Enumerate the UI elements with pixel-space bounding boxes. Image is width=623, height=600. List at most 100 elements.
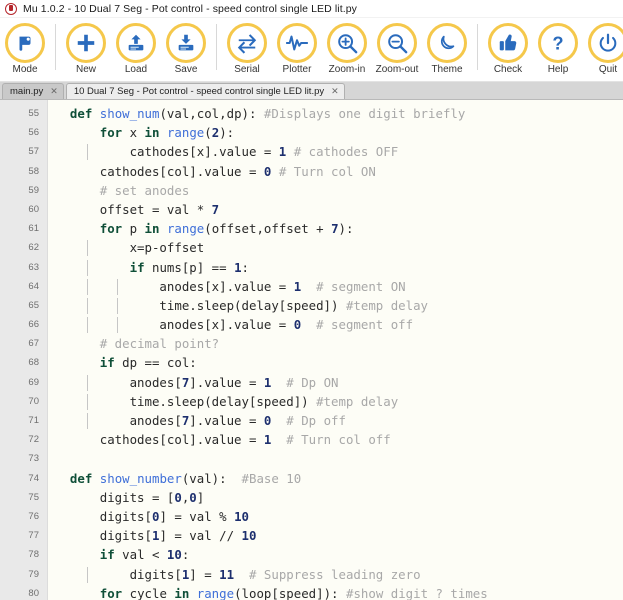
download-arrow-icon bbox=[166, 23, 206, 63]
code-token-fn: range bbox=[196, 585, 235, 600]
code-token-pln bbox=[55, 336, 100, 351]
code-line[interactable]: cathodes[col].value = 1 # Turn col off bbox=[55, 430, 623, 449]
code-token-pln: (offset,offset + bbox=[204, 221, 332, 237]
code-token-pln: anodes[x].value = bbox=[55, 278, 294, 294]
code-line[interactable]: anodes[7].value = 0 # Dp off bbox=[55, 411, 623, 430]
indent-guide bbox=[86, 297, 88, 314]
toolbar-button-label: Load bbox=[124, 64, 148, 75]
code-line[interactable]: offset = val * 7 bbox=[55, 200, 623, 219]
code-line[interactable]: if val < 10: bbox=[55, 545, 623, 564]
code-line[interactable]: def show_number(val): #Base 10 bbox=[55, 469, 623, 488]
code-token-num: 7 bbox=[211, 201, 220, 217]
indent-guide bbox=[86, 317, 88, 334]
indent-guide bbox=[86, 413, 88, 429]
code-line[interactable]: digits[1] = val // 10 bbox=[55, 526, 623, 545]
code-token-fn: show_num bbox=[99, 106, 160, 121]
line-number: 72 bbox=[28, 434, 39, 446]
toolbar-button-plotter[interactable]: Plotter bbox=[272, 20, 322, 80]
code-token-kw: in bbox=[174, 585, 190, 600]
line-number: 64 bbox=[28, 280, 39, 292]
code-token-cmt: #temp delay bbox=[316, 393, 399, 409]
code-token-cmt: # Suppress leading zero bbox=[248, 566, 421, 582]
waveform-icon bbox=[277, 23, 317, 63]
toolbar-button-serial[interactable]: Serial bbox=[222, 20, 272, 80]
toolbar-button-new[interactable]: New bbox=[61, 20, 111, 80]
code-token-cmt: # segment ON bbox=[316, 278, 406, 294]
toolbar-button-help[interactable]: ? Help bbox=[533, 20, 583, 80]
moon-icon bbox=[427, 23, 467, 63]
code-line[interactable]: digits = [0,0] bbox=[55, 488, 623, 507]
code-token-pln: ): bbox=[219, 125, 235, 141]
code-line[interactable]: time.sleep(delay[speed]) #temp delay bbox=[55, 392, 623, 411]
code-line[interactable]: anodes[x].value = 0 # segment off bbox=[55, 315, 623, 334]
mu-logo-icon bbox=[5, 2, 17, 15]
line-number: 73 bbox=[28, 453, 39, 465]
code-editor[interactable]: 55 56 57 58 59 60 61 62 63 64 65 66 67 68 69 70 71 72 73 74… bbox=[0, 100, 623, 600]
code-token-pln: (loop[speed]): bbox=[234, 585, 346, 600]
editor-tab-0[interactable]: main.py ✕ bbox=[2, 83, 64, 99]
code-token-pln: ] = val // bbox=[159, 528, 242, 544]
indent-guide bbox=[116, 278, 118, 295]
code-line[interactable]: for p in range(offset,offset + 7): bbox=[55, 219, 623, 238]
editor-tab-1[interactable]: 10 Dual 7 Seg - Pot control - speed cont… bbox=[65, 83, 345, 99]
code-line[interactable]: for x in range(2): bbox=[55, 123, 623, 142]
code-token-fn: show_number bbox=[99, 470, 182, 486]
line-number: 71 bbox=[28, 415, 39, 426]
code-line[interactable]: cathodes[col].value = 0 # Turn col ON bbox=[55, 162, 623, 181]
code-token-pln: digits[ bbox=[55, 528, 152, 544]
code-line[interactable]: # decimal point? bbox=[55, 334, 623, 353]
toolbar-button-label: Mode bbox=[12, 64, 38, 75]
code-token-fn: range bbox=[166, 125, 205, 141]
code-line[interactable]: def show_num(val,col,dp): #Displays one … bbox=[55, 104, 623, 123]
code-line[interactable]: # set anodes bbox=[55, 181, 623, 200]
code-token-kw: if bbox=[129, 259, 145, 275]
code-token-num: 10 bbox=[166, 547, 182, 563]
toolbar-button-label: Serial bbox=[234, 64, 260, 75]
tab-close-icon[interactable]: ✕ bbox=[50, 87, 58, 96]
code-line[interactable]: x=p-offset bbox=[55, 238, 623, 257]
toolbar-button-mode[interactable]: Mode bbox=[0, 20, 50, 80]
toolbar-button-quit[interactable]: Quit bbox=[583, 20, 623, 80]
code-token-kw: if bbox=[99, 547, 115, 563]
code-token-pln bbox=[271, 413, 286, 428]
tab-close-icon[interactable]: ✕ bbox=[331, 87, 339, 96]
code-token-cmt: # Dp ON bbox=[286, 374, 339, 390]
toolbar-group: Check ? Help Quit bbox=[483, 20, 623, 81]
code-line[interactable]: for cycle in range(loop[speed]): #show d… bbox=[55, 584, 623, 600]
code-token-pln bbox=[55, 106, 70, 121]
code-token-num: 0 bbox=[189, 489, 197, 505]
code-line[interactable]: digits[0] = val % 10 bbox=[55, 507, 623, 526]
code-token-pln bbox=[55, 547, 100, 562]
code-line[interactable]: time.sleep(delay[speed]) #temp delay bbox=[55, 296, 623, 315]
line-number: 78 bbox=[28, 549, 39, 561]
toolbar-button-label: Check bbox=[493, 64, 523, 75]
code-area[interactable]: def show_num(val,col,dp): #Displays one … bbox=[48, 100, 623, 600]
toolbar-separator bbox=[55, 24, 56, 70]
code-token-cmt: #Base 10 bbox=[241, 470, 302, 486]
toolbar-button-check[interactable]: Check bbox=[483, 20, 533, 80]
toolbar-button-zoom-in[interactable]: Zoom-in bbox=[322, 20, 372, 80]
toolbar-separator bbox=[216, 24, 217, 70]
toolbar-button-theme[interactable]: Theme bbox=[422, 20, 472, 80]
line-number: 56 bbox=[28, 127, 39, 139]
code-line[interactable]: anodes[x].value = 1 # segment ON bbox=[55, 277, 623, 296]
code-line[interactable]: if nums[p] == 1: bbox=[55, 258, 623, 277]
code-token-pln bbox=[55, 355, 100, 370]
code-line[interactable]: cathodes[x].value = 1 # cathodes OFF bbox=[55, 142, 623, 161]
line-number: 79 bbox=[28, 568, 39, 580]
magnifier-minus-icon bbox=[377, 23, 417, 63]
code-token-pln: anodes[ bbox=[55, 374, 182, 390]
code-token-num: 0 bbox=[174, 489, 182, 505]
toolbar-button-save[interactable]: Save bbox=[161, 20, 211, 80]
code-line[interactable]: if dp == col: bbox=[55, 353, 623, 372]
code-line[interactable]: anodes[7].value = 1 # Dp ON bbox=[55, 373, 623, 392]
toolbar-button-zoom-out[interactable]: Zoom-out bbox=[372, 20, 422, 80]
toolbar-button-load[interactable]: Load bbox=[111, 20, 161, 80]
code-line[interactable] bbox=[55, 449, 623, 468]
code-token-kw: for bbox=[99, 125, 123, 141]
code-token-cmt: #Displays one digit briefly bbox=[263, 106, 466, 121]
line-number: 67 bbox=[28, 338, 39, 350]
code-token-pln bbox=[234, 567, 249, 582]
code-token-pln bbox=[189, 586, 196, 600]
code-line[interactable]: digits[1] = 11 # Suppress leading zero bbox=[55, 565, 623, 584]
